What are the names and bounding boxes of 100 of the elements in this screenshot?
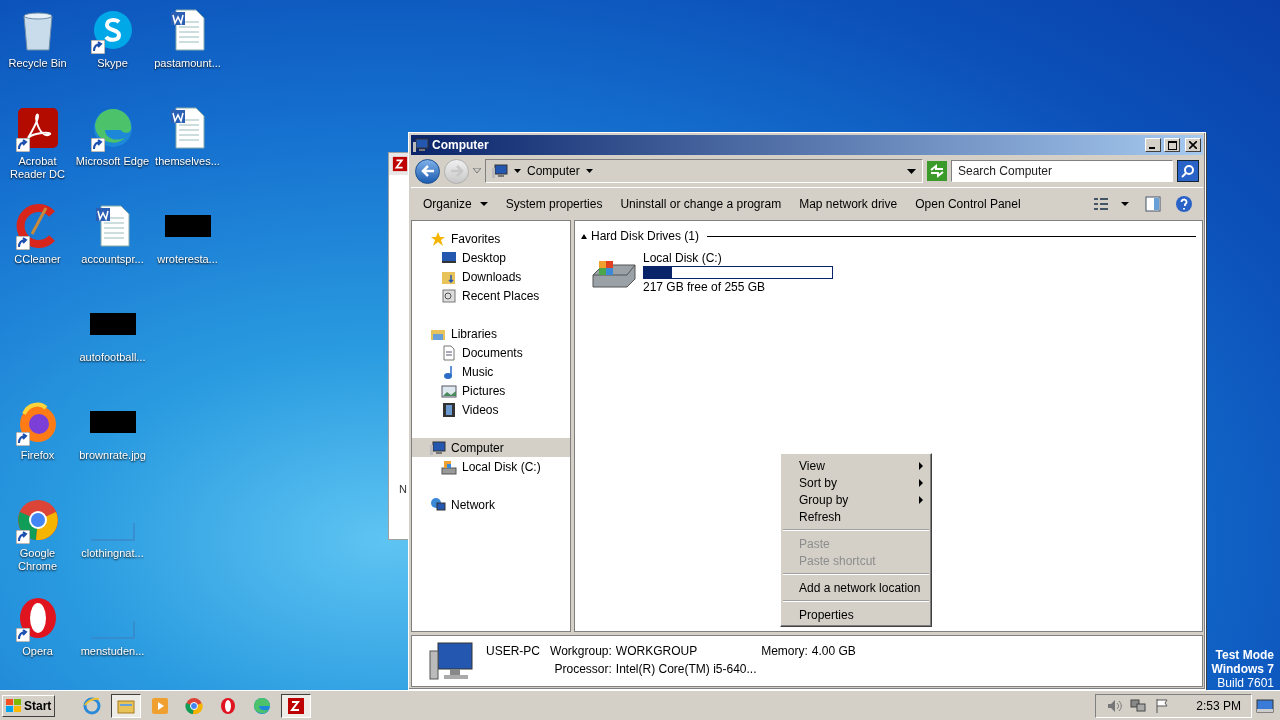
toolbar-button[interactable]: Organize	[415, 193, 496, 215]
chrome-icon	[185, 696, 204, 715]
search-button[interactable]	[1177, 160, 1199, 182]
nav-item-label: Recent Places	[462, 288, 540, 303]
nav-item[interactable]: Recent Places	[412, 286, 570, 305]
address-text: Computer	[527, 164, 580, 178]
nav-item[interactable]: Local Disk (C:)	[412, 457, 570, 476]
desktop-icon-label[interactable]: accountspr...	[75, 253, 150, 266]
refresh-icon[interactable]	[927, 161, 947, 181]
caret-icon	[585, 169, 593, 173]
desktop-icon-label[interactable]: pastamount...	[150, 57, 225, 70]
nav-item[interactable]: Documents	[412, 343, 570, 362]
caret-icon[interactable]	[1121, 202, 1129, 206]
star-icon	[430, 230, 446, 247]
back-button[interactable]	[415, 158, 440, 184]
nav-item[interactable]: Libraries	[412, 324, 570, 343]
desktop-icon	[441, 249, 457, 266]
view-options-icon[interactable]	[1093, 196, 1109, 212]
taskbar-button[interactable]	[281, 693, 312, 718]
show-desktop-icon[interactable]	[1256, 698, 1274, 713]
nav-item-label: Desktop	[462, 250, 507, 265]
drive-name[interactable]: Local Disk (C:)	[643, 251, 833, 265]
desktop-icon-label[interactable]: Microsoft Edge	[75, 155, 150, 168]
blank-file-icon	[90, 523, 135, 541]
nav-item[interactable]: Pictures	[412, 381, 570, 400]
flag-icon[interactable]	[1154, 697, 1171, 714]
edge-icon	[253, 696, 272, 715]
computer-icon	[492, 163, 508, 179]
close-icon	[1189, 141, 1197, 149]
desktop-icon-label[interactable]: themselves...	[150, 155, 225, 168]
nav-item[interactable]: Computer	[412, 438, 570, 457]
toolbar-button[interactable]: Map network drive	[791, 193, 906, 215]
computer-icon	[430, 439, 446, 456]
nav-item-label: Downloads	[462, 269, 522, 284]
caret-icon	[514, 169, 521, 173]
desktop-icon-label[interactable]: Acrobat Reader DC	[0, 155, 75, 181]
desktop-icon-label[interactable]: Skype	[75, 57, 150, 70]
nav-item[interactable]: Desktop	[412, 248, 570, 267]
field-label: Workgroup:	[550, 644, 612, 658]
nav-item-label: Music	[462, 364, 494, 379]
search-field[interactable]: Search Computer	[951, 160, 1173, 182]
network-icon	[430, 496, 446, 513]
internet-explorer-icon	[83, 696, 102, 715]
maximize-button[interactable]	[1164, 138, 1180, 152]
desktop-icon-label[interactable]: CCleaner	[0, 253, 75, 266]
network-icon[interactable]	[1130, 697, 1147, 714]
menu-item[interactable]: View	[783, 457, 929, 474]
caret-icon	[907, 168, 916, 174]
close-button[interactable]	[1185, 138, 1201, 152]
nav-item-label: Favorites	[451, 231, 501, 246]
computer-icon	[413, 137, 429, 153]
computer-icon	[428, 641, 474, 681]
group-header: Hard Disk Drives (1)	[591, 229, 699, 243]
filezilla-icon	[287, 696, 306, 715]
minimize-button[interactable]	[1145, 138, 1161, 152]
opera-icon	[219, 696, 238, 715]
computer-name: USER-PC	[486, 644, 540, 658]
address-bar[interactable]: Computer	[485, 159, 923, 183]
help-icon[interactable]	[1175, 195, 1193, 213]
toolbar-button[interactable]: Uninstall or change a program	[612, 193, 790, 215]
menu-item[interactable]: Refresh	[783, 508, 929, 525]
blank-file-icon	[90, 621, 135, 639]
chrome-icon	[15, 498, 60, 542]
nav-item-label: Libraries	[451, 326, 498, 341]
film-icon	[441, 401, 457, 418]
field-label: Memory:	[761, 644, 808, 658]
nav-item-label: Computer	[451, 440, 504, 455]
media-player-icon	[151, 696, 170, 715]
start-button[interactable]: Start	[2, 694, 56, 717]
preview-pane-icon[interactable]	[1145, 196, 1161, 212]
back-arrow-icon	[420, 165, 435, 177]
menu-item[interactable]: Add a network location	[783, 579, 929, 596]
menu-item[interactable]: Group by	[783, 491, 929, 508]
nav-item[interactable]: Favorites	[412, 229, 570, 248]
status-text: N	[399, 483, 407, 495]
nav-item[interactable]: Music	[412, 362, 570, 381]
nav-item[interactable]: Videos	[412, 400, 570, 419]
recent-places-icon	[441, 287, 457, 304]
nav-item-label: Pictures	[462, 383, 506, 398]
field-value: 4.00 GB	[811, 644, 856, 658]
toolbar-button[interactable]: System properties	[497, 193, 611, 215]
desktop-icon-label[interactable]: Recycle Bin	[0, 57, 75, 70]
search-icon	[1181, 164, 1195, 178]
collapse-caret-icon[interactable]	[581, 233, 587, 239]
test-mode-text: Test Mode	[1215, 648, 1274, 662]
maximize-icon	[1167, 140, 1177, 150]
test-mode-text: Build 7601	[1217, 676, 1274, 690]
redaction-block	[164, 215, 211, 237]
toolbar-button[interactable]: Open Control Panel	[907, 193, 1029, 215]
nav-item[interactable]: Downloads	[412, 267, 570, 286]
window-title: Computer	[432, 138, 490, 152]
taskbar-button[interactable]	[111, 693, 142, 718]
menu-item[interactable]: Properties	[783, 606, 929, 623]
menu-item[interactable]: Sort by	[783, 474, 929, 491]
desktop-icon-label[interactable]: wroteresta...	[150, 253, 225, 266]
redaction-block	[89, 313, 136, 335]
clock[interactable]: 2:53 PM	[1196, 698, 1241, 713]
nav-item-label: Documents	[462, 345, 523, 360]
nav-item[interactable]: Network	[412, 495, 570, 514]
document-icon	[441, 344, 457, 361]
